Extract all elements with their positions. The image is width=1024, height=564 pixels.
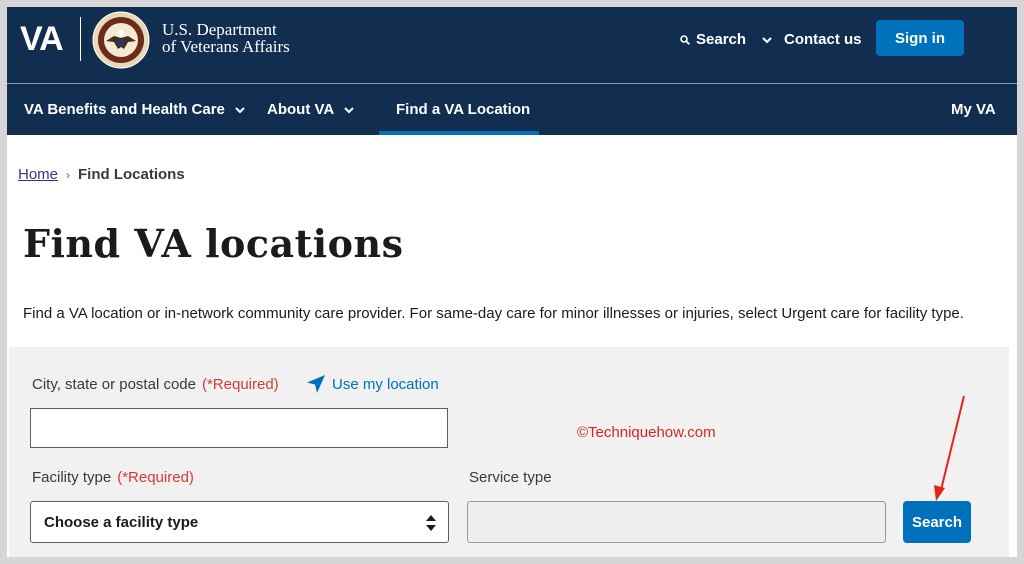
dept-line-1: U.S. Department — [162, 20, 277, 39]
page-title: Find VA locations — [23, 221, 404, 266]
nav-item-benefits[interactable]: VA Benefits and Health Care — [24, 84, 245, 135]
nav-item-label: About VA — [267, 101, 335, 118]
service-field-label: Service type — [469, 469, 552, 486]
header-search-label: Search — [696, 31, 747, 48]
browser-frame: VA U.S. Department of Veterans Affairs S — [7, 7, 1017, 557]
city-field-label: City, state or postal code (*Required) — [32, 376, 279, 393]
search-button[interactable]: Search — [903, 501, 971, 543]
chevron-down-icon — [762, 36, 772, 43]
site-header: VA U.S. Department of Veterans Affairs S — [7, 7, 1017, 135]
main-nav: VA Benefits and Health Care About VA Fin… — [7, 84, 1017, 135]
va-logo[interactable]: VA — [20, 20, 64, 59]
nav-item-label: My VA — [951, 101, 996, 118]
header-top-bar: VA U.S. Department of Veterans Affairs S — [7, 7, 1017, 83]
breadcrumb-home-link[interactable]: Home — [18, 166, 58, 183]
page-intro: Find a VA location or in-network communi… — [23, 305, 964, 322]
header-search-toggle[interactable]: Search — [680, 31, 772, 48]
contact-us-link[interactable]: Contact us — [784, 31, 862, 48]
nav-item-about-va[interactable]: About VA — [267, 84, 354, 135]
breadcrumb: Home › Find Locations — [18, 166, 185, 183]
sign-in-button[interactable]: Sign in — [876, 20, 964, 56]
va-seal-icon — [92, 11, 150, 69]
use-my-location-link[interactable]: Use my location — [306, 374, 439, 394]
location-arrow-icon — [307, 375, 325, 393]
required-indicator: (*Required) — [201, 376, 279, 393]
nav-active-indicator — [379, 131, 539, 135]
facility-label-text: Facility type — [32, 469, 112, 486]
city-input[interactable] — [30, 408, 448, 448]
required-indicator: (*Required) — [117, 469, 194, 486]
service-type-select[interactable] — [467, 501, 886, 543]
nav-item-find-location[interactable]: Find a VA Location — [396, 84, 530, 135]
facility-type-select[interactable]: Choose a facility type — [30, 501, 449, 543]
select-arrows-icon — [426, 515, 436, 531]
department-name: U.S. Department of Veterans Affairs — [162, 21, 290, 55]
logo-divider — [80, 17, 81, 61]
breadcrumb-current: Find Locations — [78, 166, 185, 183]
city-label-text: City, state or postal code — [32, 376, 196, 393]
breadcrumb-separator-icon: › — [66, 167, 71, 182]
search-icon — [680, 34, 690, 45]
facility-selected-value: Choose a facility type — [44, 513, 199, 531]
dept-line-2: of Veterans Affairs — [162, 37, 290, 56]
facility-field-label: Facility type (*Required) — [32, 469, 194, 486]
nav-item-label: Find a VA Location — [396, 101, 531, 118]
nav-item-label: VA Benefits and Health Care — [24, 101, 225, 118]
nav-item-my-va[interactable]: My VA — [951, 84, 996, 135]
search-form-panel: City, state or postal code (*Required) Us… — [9, 347, 1009, 557]
use-location-label: Use my location — [332, 375, 439, 393]
chevron-down-icon — [235, 106, 245, 113]
watermark-text: ©Techniquehow.com — [577, 424, 716, 441]
chevron-down-icon — [344, 106, 354, 113]
